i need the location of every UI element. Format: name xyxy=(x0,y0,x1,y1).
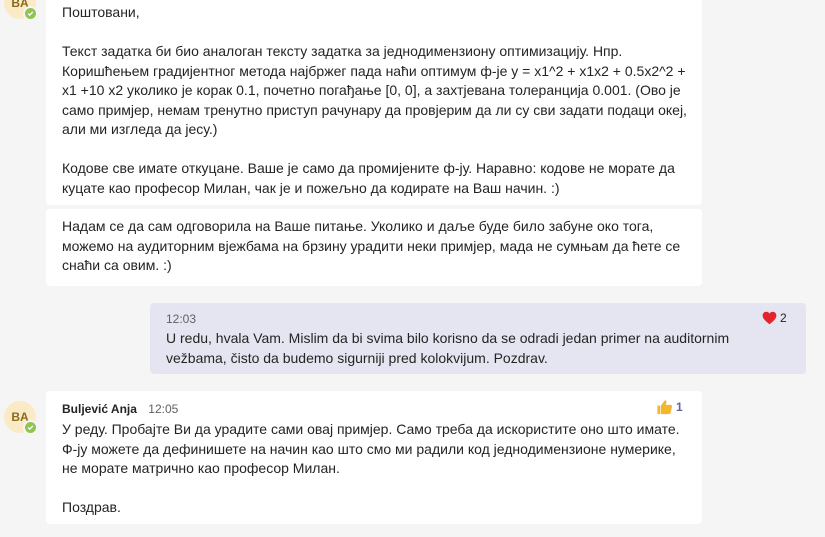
like-reaction[interactable]: 1 xyxy=(656,399,683,415)
message-author[interactable]: Buljević Anja xyxy=(62,402,137,416)
message-text: У реду. Пробајте Ви да урадите сами овај… xyxy=(62,421,684,476)
message-timestamp: 12:05 xyxy=(148,402,179,416)
avatar[interactable]: BA xyxy=(4,0,38,21)
message-text: Надам се да сам одговорила на Ваше питањ… xyxy=(62,218,685,273)
message-paragraph: Текст задатка би био аналоган тексту зад… xyxy=(62,43,691,137)
message-header: Buljević Anja 12:05 xyxy=(62,401,687,417)
presence-available-icon xyxy=(23,6,38,21)
message-paragraph: Кодове све имате откуцане. Ваше је само … xyxy=(62,160,679,196)
message-timestamp: 12:03 xyxy=(166,312,197,326)
message-closing: Поздрав. xyxy=(62,499,121,515)
own-message-bubble: 12:03 U redu, hvala Vam. Mislim da bi sv… xyxy=(150,303,806,374)
presence-available-icon xyxy=(23,420,38,435)
thumbs-up-icon xyxy=(657,400,673,415)
message-greeting: Поштовани, xyxy=(62,4,140,20)
heart-icon xyxy=(762,311,777,325)
avatar[interactable]: BA xyxy=(4,401,38,435)
message-text: U redu, hvala Vam. Mislim da bi svima bi… xyxy=(166,330,730,366)
message-bubble: Надам се да сам одговорила на Ваше питањ… xyxy=(46,209,702,286)
message-bubble: Поштовани, Текст задатка би био аналоган… xyxy=(46,0,702,205)
reaction-count: 2 xyxy=(780,311,787,325)
reaction-count: 1 xyxy=(676,400,683,414)
heart-reaction[interactable]: 2 xyxy=(762,311,787,325)
message-bubble: Buljević Anja 12:05 У реду. Пробајте Ви … xyxy=(46,391,702,524)
